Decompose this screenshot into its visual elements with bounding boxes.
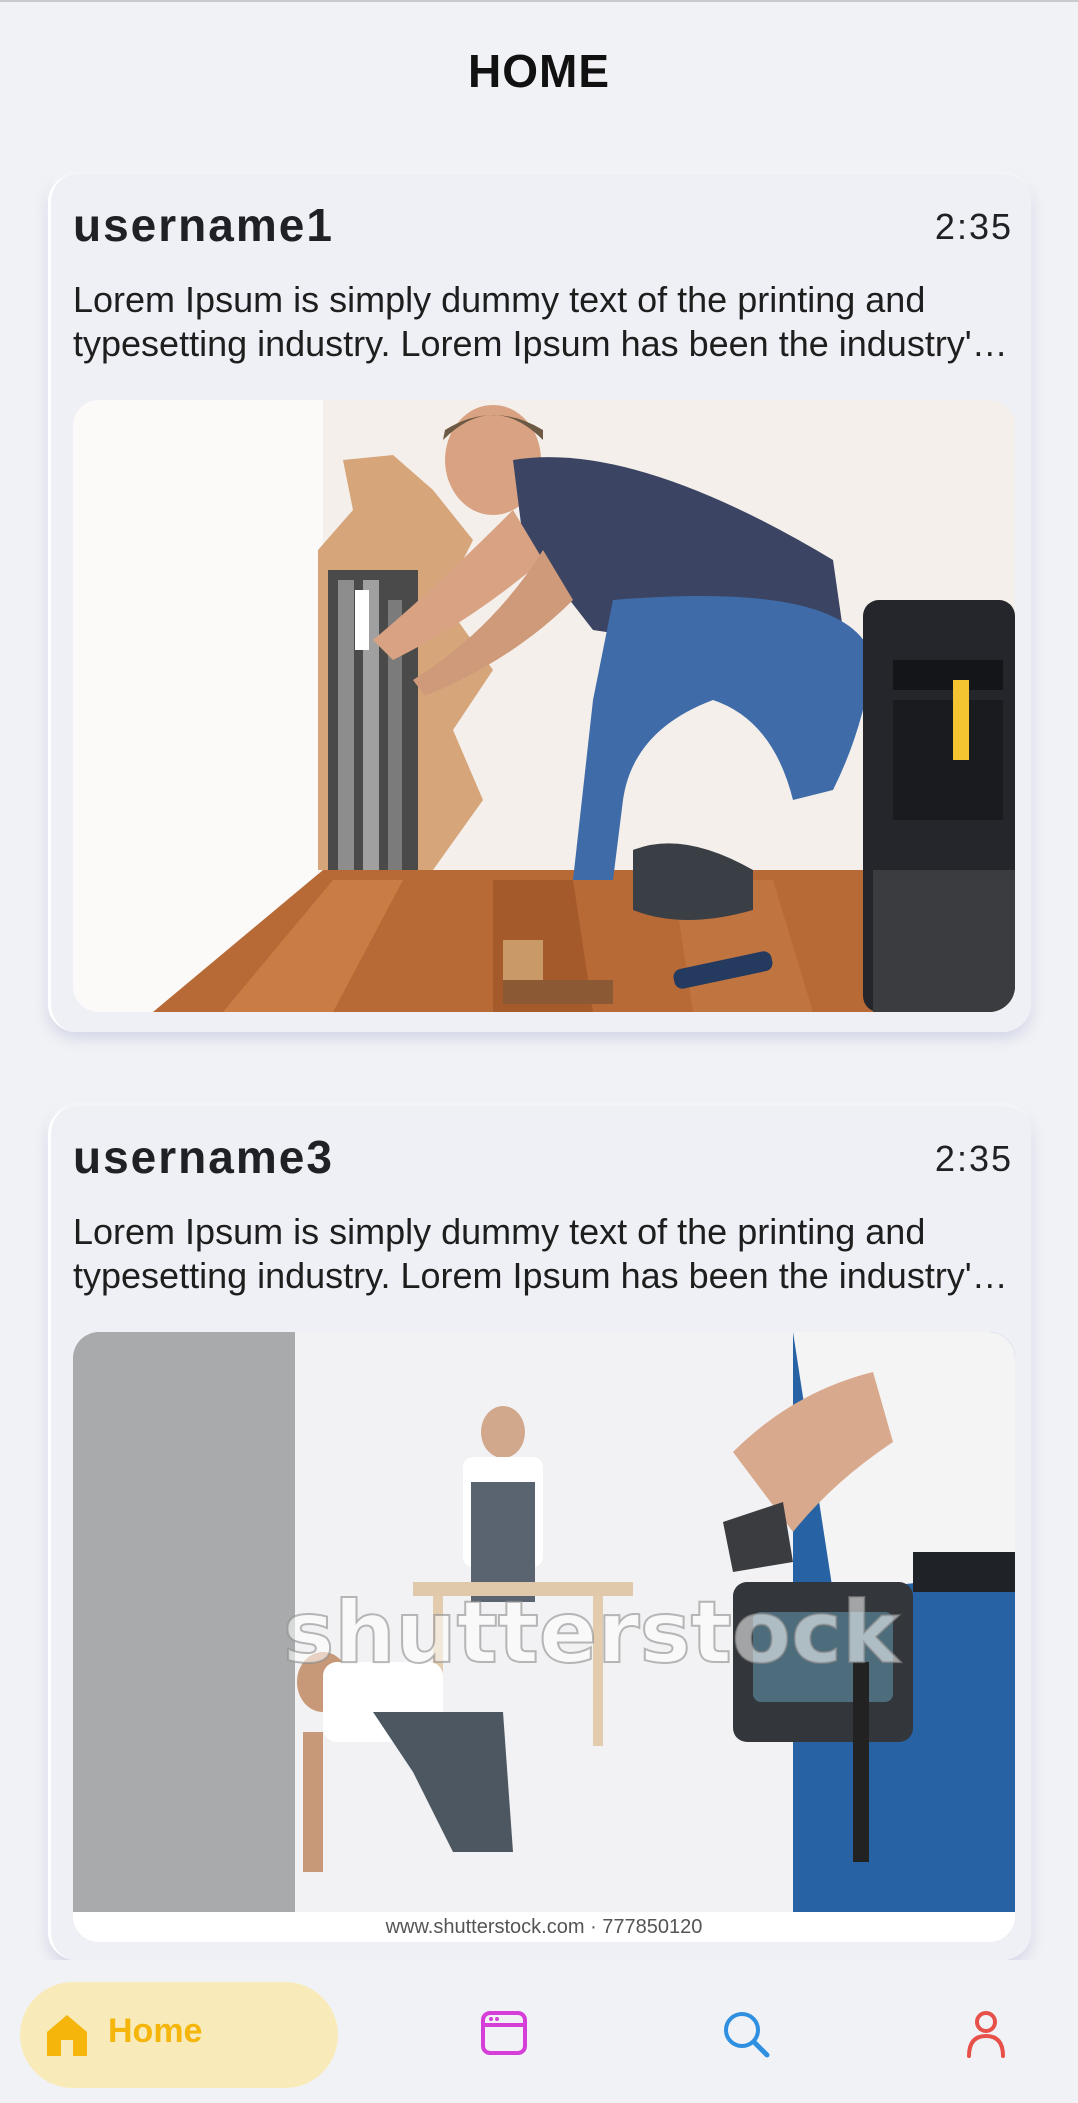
- post-image[interactable]: [73, 400, 1015, 1012]
- post-time: 2:35: [934, 1138, 1013, 1179]
- page-title: HOME: [468, 45, 610, 97]
- post-text: Lorem Ipsum is simply dummy text of the …: [73, 279, 990, 364]
- plumber-photo: [73, 400, 1015, 1012]
- search-icon[interactable]: [722, 2010, 770, 2063]
- post-username[interactable]: username1: [73, 198, 334, 252]
- bottom-navigation: Home: [0, 1960, 1078, 2103]
- post-card[interactable]: username3 2:35 Lorem Ipsum is simply dum…: [48, 1106, 1031, 1960]
- post-text: Lorem Ipsum is simply dummy text of the …: [73, 1211, 990, 1296]
- post-image[interactable]: shutterstock www.shutterstock.com · 7778…: [73, 1332, 1015, 1942]
- profile-icon[interactable]: [966, 2010, 1006, 2063]
- browser-window-icon[interactable]: [480, 2010, 528, 2061]
- post-time: 2:35: [934, 206, 1013, 247]
- workers-photo: shutterstock: [73, 1332, 1015, 1942]
- image-caption: www.shutterstock.com · 777850120: [73, 1912, 1015, 1942]
- nav-home-label: Home: [108, 2012, 203, 2050]
- nav-home-button[interactable]: Home: [20, 1982, 338, 2088]
- post-card[interactable]: username1 2:35 Lorem Ipsum is simply dum…: [48, 174, 1031, 1032]
- post-username[interactable]: username3: [73, 1130, 334, 1184]
- post-feed[interactable]: HOME username1 2:35 Lorem Ipsum is simpl…: [0, 0, 1078, 1960]
- home-icon: [42, 2010, 92, 2065]
- watermark-text: shutterstock: [283, 1583, 901, 1683]
